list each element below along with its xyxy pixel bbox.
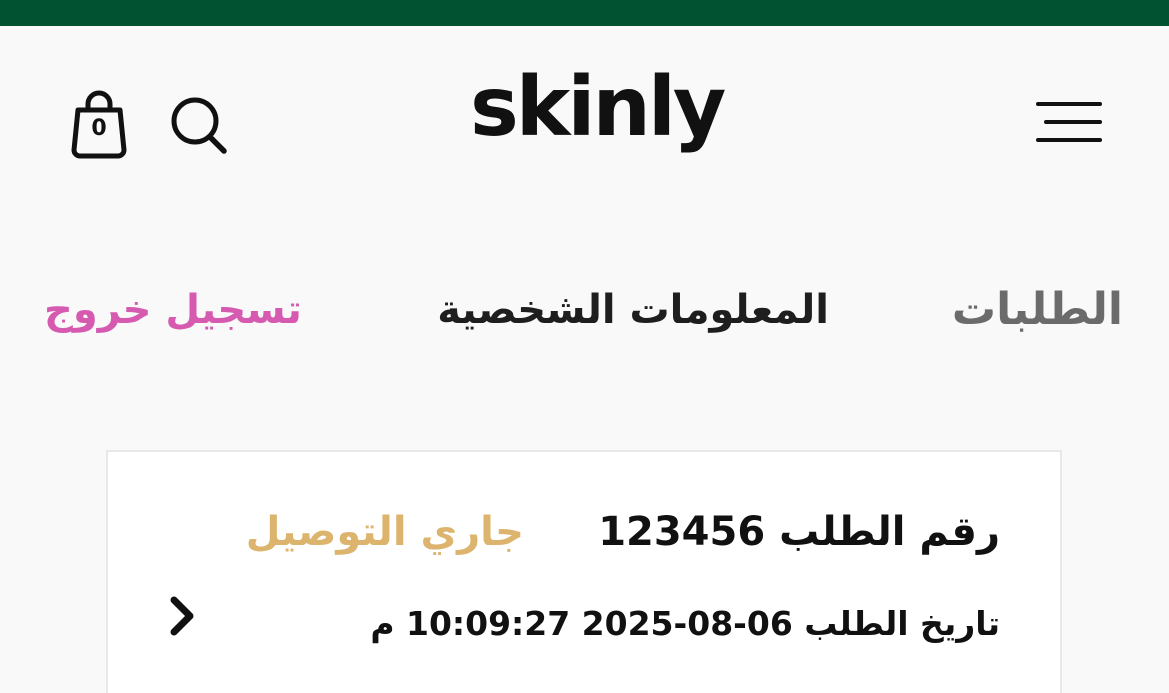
cart-count-badge: 0: [91, 116, 107, 141]
tab-personal-info[interactable]: المعلومات الشخصية: [437, 278, 829, 342]
hamburger-menu-icon: [1036, 102, 1102, 106]
search-icon: [171, 97, 227, 154]
account-orders-page: skinly 0 الطلبات المعلومات الشخصية تسجيل…: [0, 0, 1169, 693]
cart-button[interactable]: 0: [64, 88, 134, 164]
search-button[interactable]: [164, 92, 232, 160]
announcement-bar: [0, 0, 1169, 26]
menu-button[interactable]: [1026, 92, 1106, 152]
order-date: تاريخ الطلب 06-08-2025 10:09:27 م: [370, 604, 1000, 643]
site-logo[interactable]: skinly: [470, 58, 726, 168]
hamburger-menu-icon-line: [1044, 120, 1102, 124]
order-card[interactable]: رقم الطلب 123456 جاري التوصيل تاريخ الطل…: [106, 450, 1062, 693]
order-status-badge: جاري التوصيل: [245, 509, 524, 555]
hamburger-menu-icon-line: [1036, 138, 1102, 142]
logout-link[interactable]: تسجيل خروج: [44, 278, 302, 342]
order-number: رقم الطلب 123456: [598, 509, 1000, 555]
tab-orders[interactable]: الطلبات: [952, 278, 1123, 342]
chevron-right-icon[interactable]: [162, 588, 202, 644]
